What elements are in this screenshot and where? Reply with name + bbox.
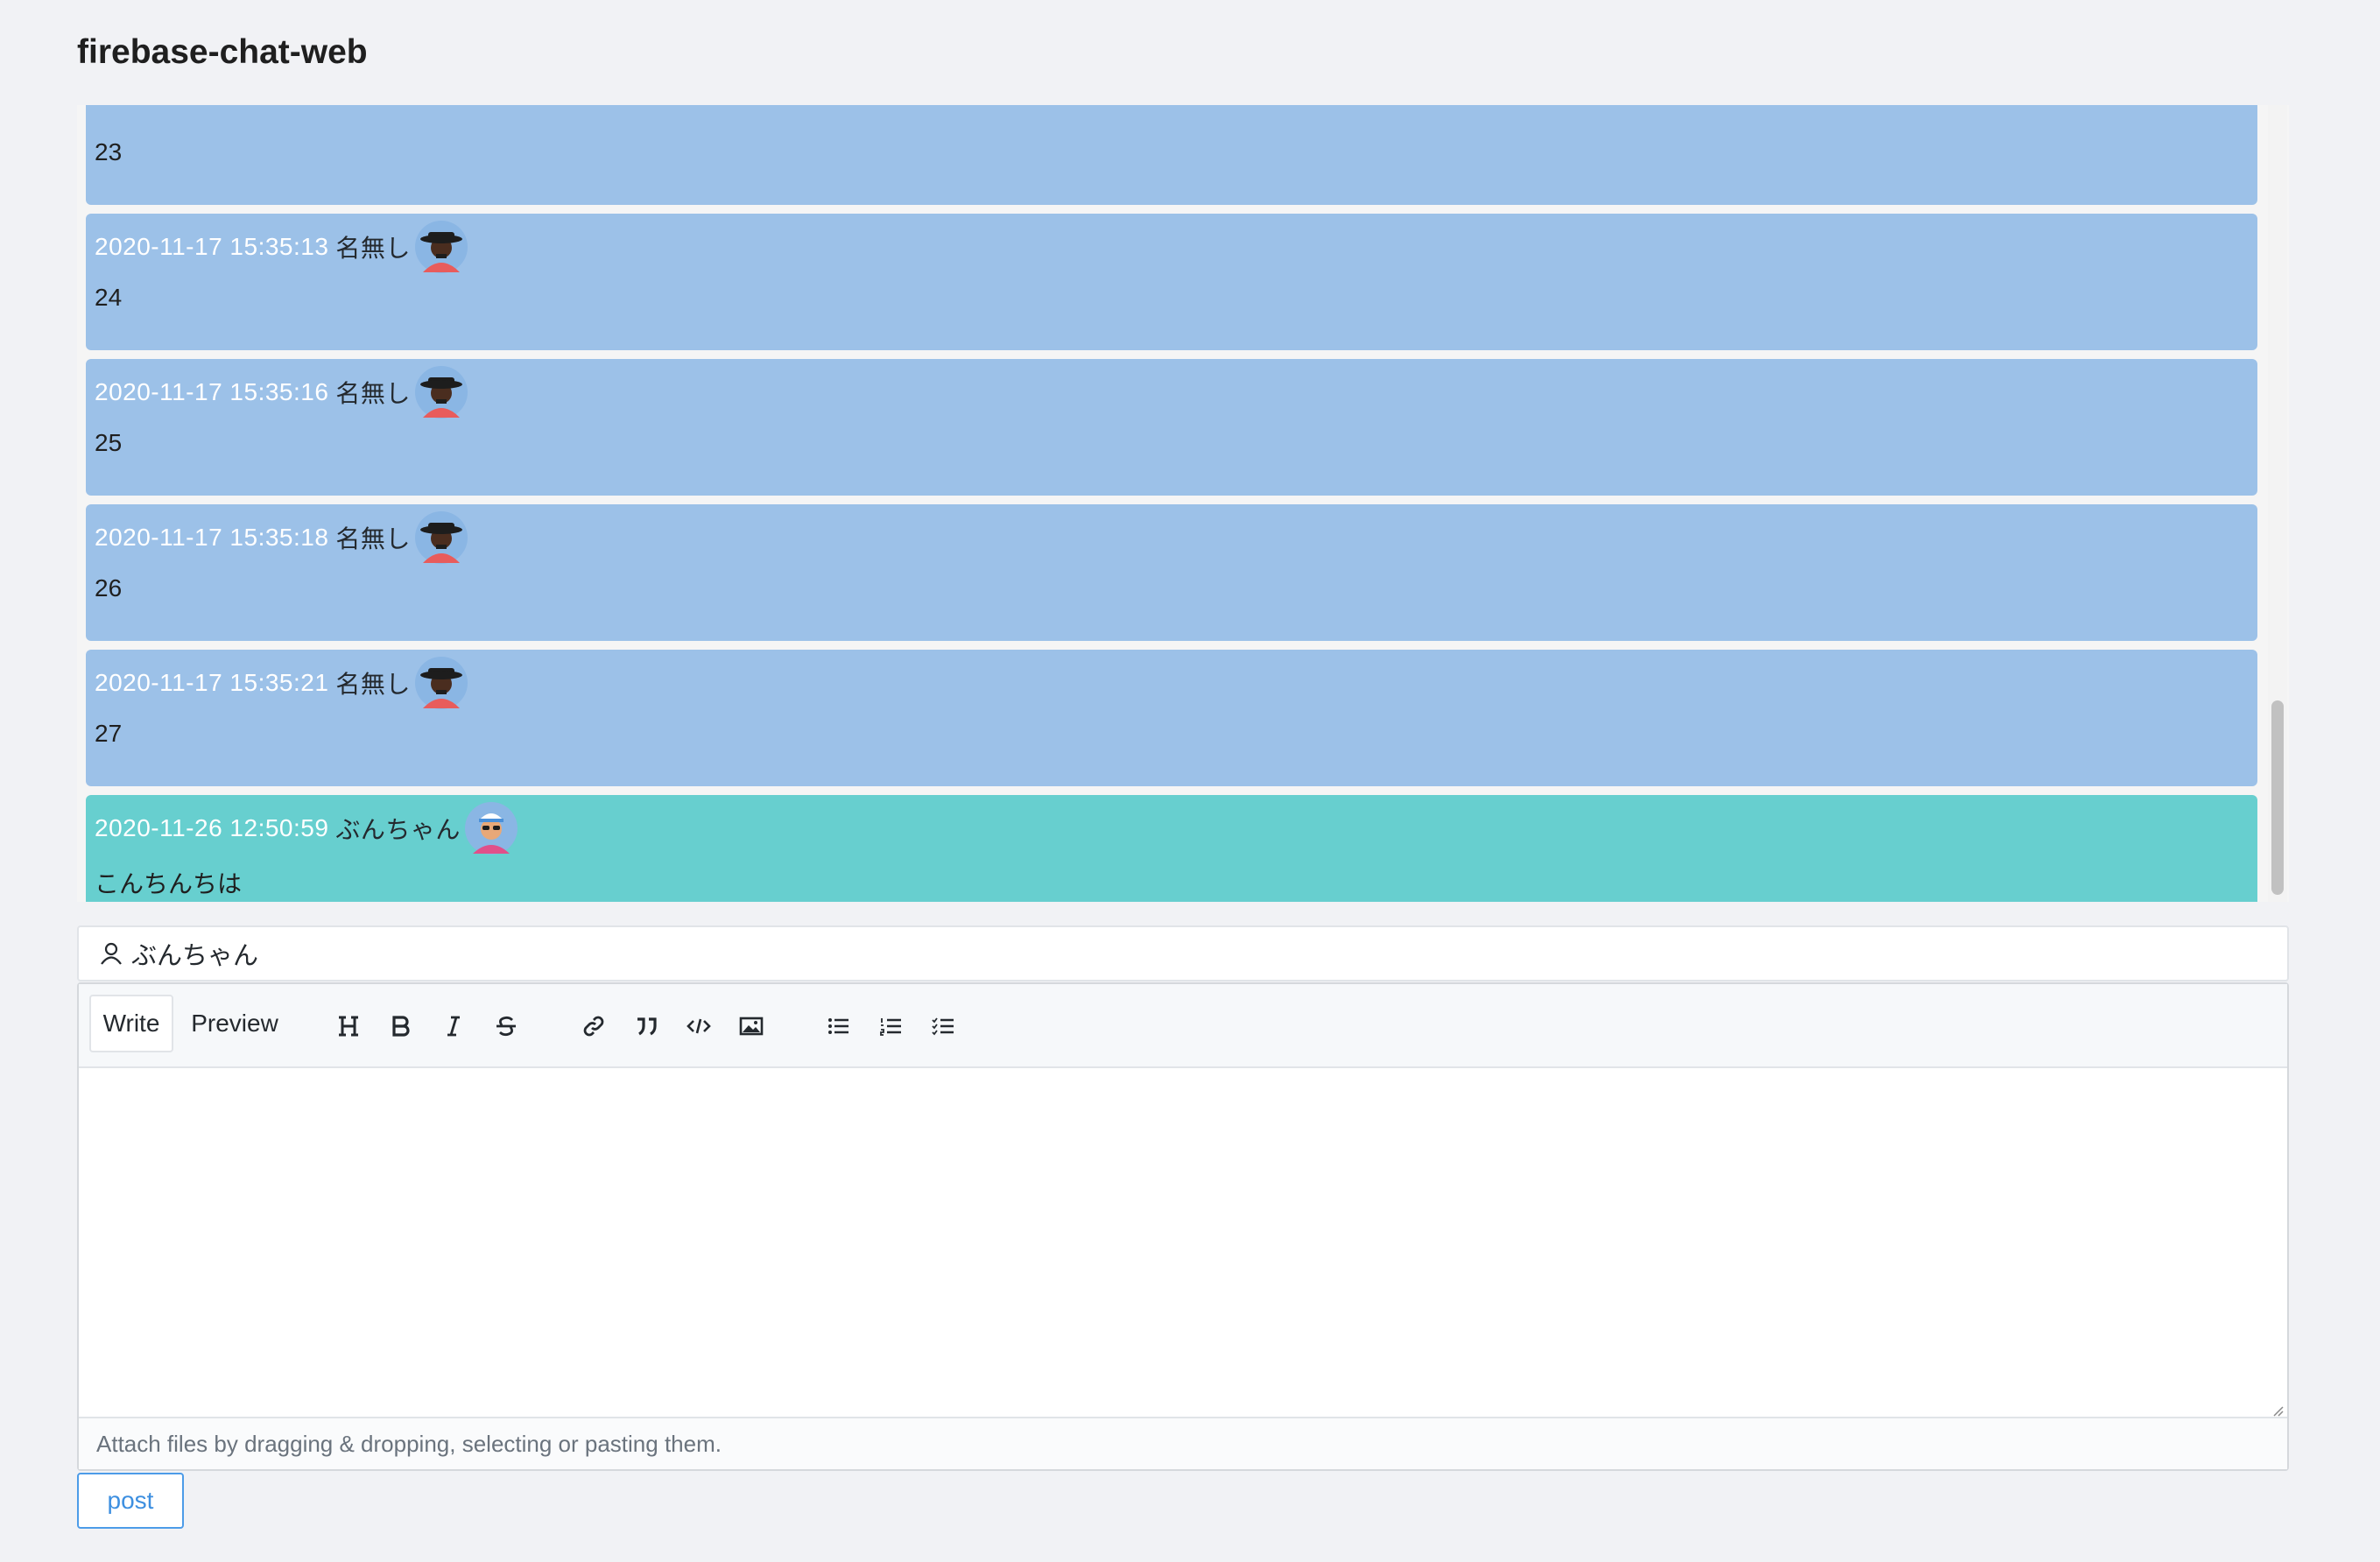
chat-message-list[interactable]: 23 2020-11-17 15:35:13 名無し 24 2020-11-17… bbox=[77, 105, 2289, 902]
italic-icon[interactable] bbox=[436, 1009, 471, 1044]
message-body: 23 bbox=[95, 138, 123, 165]
message-timestamp: 2020-11-17 15:35:18 bbox=[95, 524, 329, 551]
message-body: 24 bbox=[95, 284, 123, 311]
message-item: 2020-11-17 15:35:18 名無し 26 bbox=[86, 504, 2257, 641]
resize-handle-icon[interactable] bbox=[2270, 1403, 2284, 1417]
message-timestamp: 2020-11-17 15:35:13 bbox=[95, 233, 329, 260]
chat-scrollbar[interactable] bbox=[2268, 105, 2287, 902]
attach-files-hint[interactable]: Attach files by dragging & dropping, sel… bbox=[79, 1417, 2287, 1469]
messages-container: 23 2020-11-17 15:35:13 名無し 24 2020-11-17… bbox=[86, 105, 2257, 902]
markdown-editor: Write Preview Attach files by dragging &… bbox=[77, 982, 2289, 1471]
message-body: 25 bbox=[95, 429, 123, 456]
message-textarea[interactable] bbox=[79, 1068, 2287, 1418]
message-header: 2020-11-17 15:35:13 名無し bbox=[95, 214, 468, 280]
image-icon[interactable] bbox=[734, 1009, 769, 1044]
bold-icon[interactable] bbox=[384, 1009, 419, 1044]
username-value: ぶんちゃん bbox=[131, 942, 259, 970]
message-item: 23 bbox=[86, 105, 2257, 205]
message-author: 名無し bbox=[335, 235, 411, 262]
tab-write[interactable]: Write bbox=[89, 995, 173, 1052]
avatar-icon bbox=[414, 656, 468, 710]
message-header: 2020-11-17 15:35:21 名無し bbox=[95, 650, 468, 716]
task-list-icon[interactable] bbox=[926, 1009, 961, 1044]
message-body: こんちんちは bbox=[95, 870, 243, 897]
tab-preview[interactable]: Preview bbox=[184, 995, 285, 1052]
message-author: 名無し bbox=[335, 525, 411, 552]
message-author: 名無し bbox=[335, 380, 411, 407]
bulleted-list-icon[interactable] bbox=[821, 1009, 856, 1044]
message-timestamp: 2020-11-17 15:35:16 bbox=[95, 378, 329, 405]
message-item-self: 2020-11-26 12:50:59 ぶんちゃん こんちんちは bbox=[86, 795, 2257, 902]
strikethrough-icon[interactable] bbox=[489, 1009, 524, 1044]
link-icon[interactable] bbox=[576, 1009, 611, 1044]
numbered-list-icon[interactable] bbox=[874, 1009, 909, 1044]
message-item: 2020-11-17 15:35:16 名無し 25 bbox=[86, 359, 2257, 496]
username-field[interactable]: ぶんちゃん bbox=[77, 925, 2289, 982]
code-icon[interactable] bbox=[681, 1009, 716, 1044]
chat-scrollbar-thumb[interactable] bbox=[2271, 700, 2284, 895]
message-item: 2020-11-17 15:35:13 名無し 24 bbox=[86, 214, 2257, 350]
page-title: firebase-chat-web bbox=[77, 33, 368, 71]
avatar-icon bbox=[414, 510, 468, 565]
quote-icon[interactable] bbox=[629, 1009, 664, 1044]
message-author: 名無し bbox=[335, 671, 411, 698]
message-body: 26 bbox=[95, 574, 123, 602]
message-item: 2020-11-17 15:35:21 名無し 27 bbox=[86, 650, 2257, 786]
message-timestamp: 2020-11-26 12:50:59 bbox=[95, 814, 329, 841]
heading-icon[interactable] bbox=[331, 1009, 366, 1044]
post-button[interactable]: post bbox=[77, 1473, 184, 1529]
message-body: 27 bbox=[95, 720, 123, 747]
message-timestamp: 2020-11-17 15:35:21 bbox=[95, 669, 329, 696]
person-icon bbox=[98, 940, 124, 967]
avatar-icon bbox=[414, 365, 468, 419]
avatar-icon bbox=[464, 801, 518, 855]
message-header: 2020-11-26 12:50:59 ぶんちゃん bbox=[95, 795, 518, 862]
avatar-icon bbox=[414, 220, 468, 274]
message-header: 2020-11-17 15:35:18 名無し bbox=[95, 504, 468, 571]
message-header: 2020-11-17 15:35:16 名無し bbox=[95, 359, 468, 426]
message-author: ぶんちゃん bbox=[335, 816, 461, 843]
editor-toolbar: Write Preview bbox=[79, 984, 2287, 1068]
